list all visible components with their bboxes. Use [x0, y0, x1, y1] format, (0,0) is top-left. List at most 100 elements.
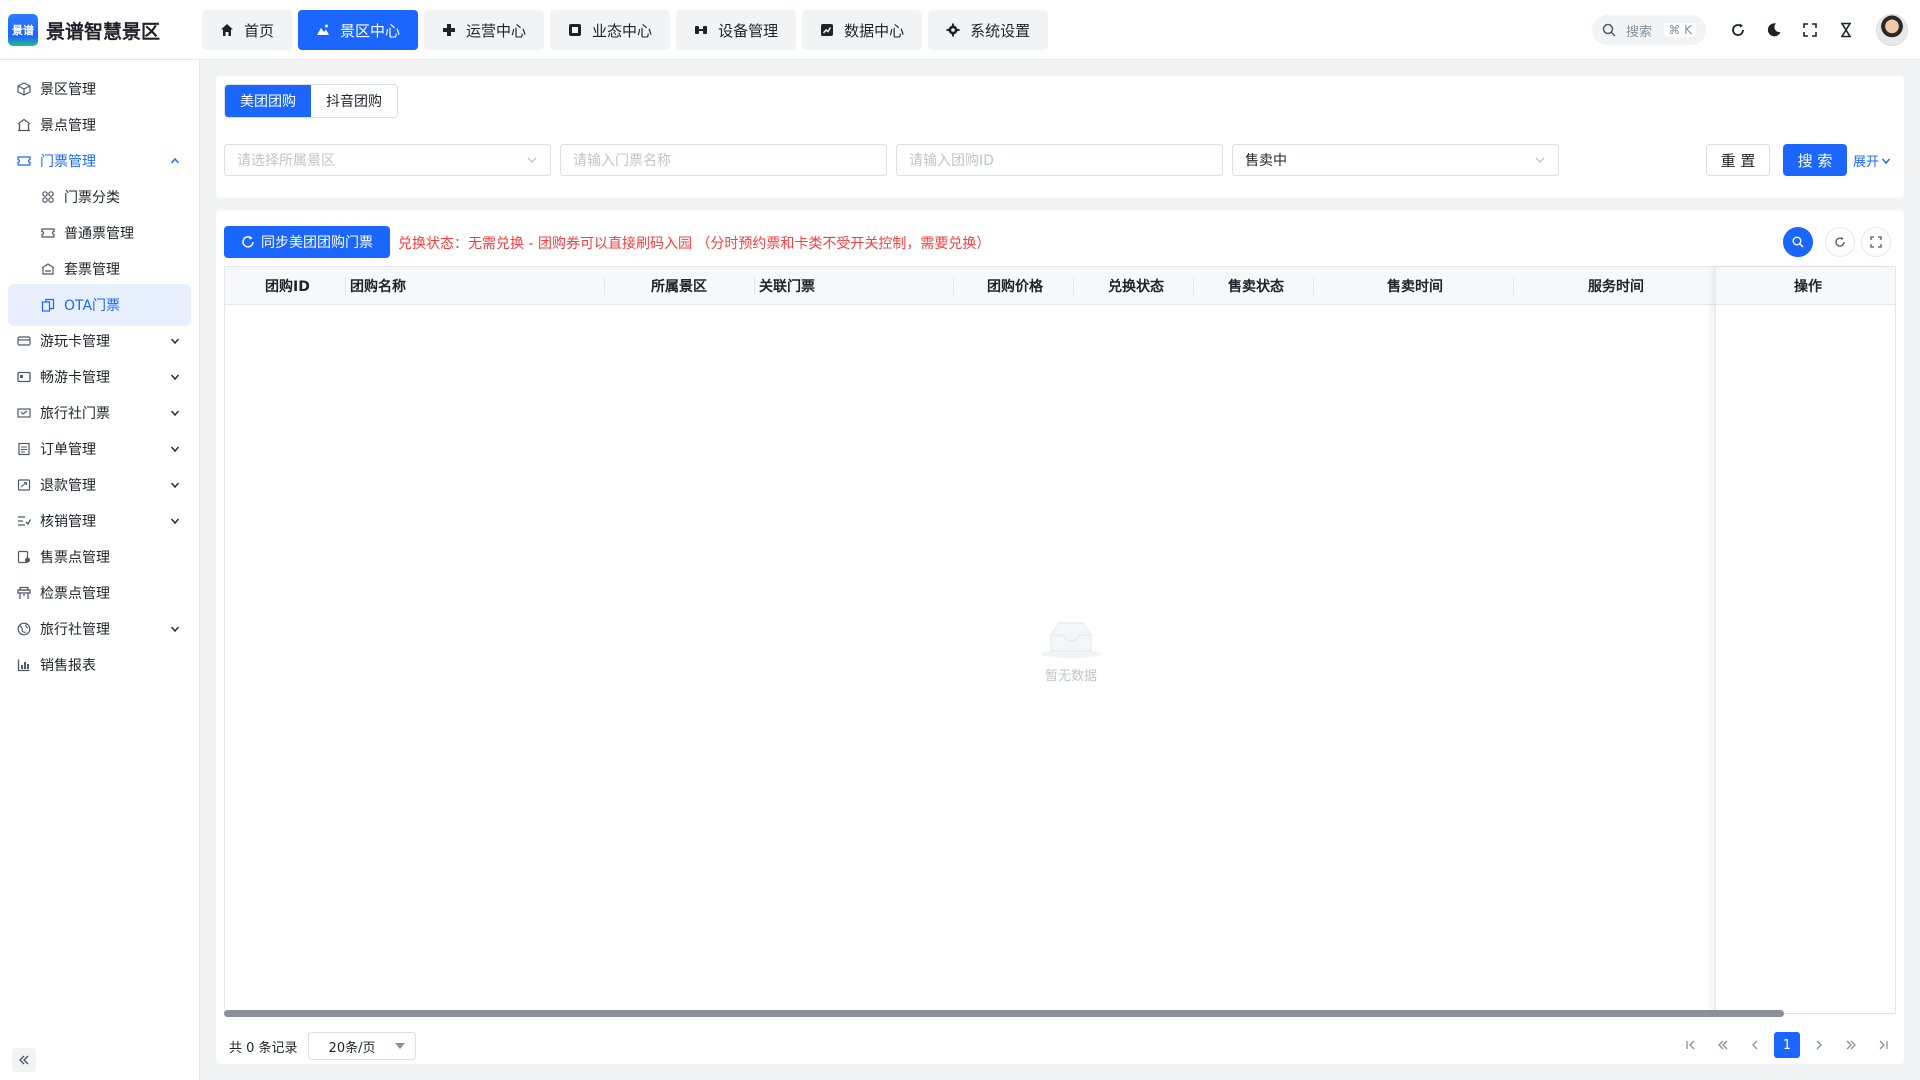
scenic-select[interactable]: 请选择所属景区: [224, 144, 551, 176]
double-chevron-left-icon: [18, 1054, 30, 1066]
brand[interactable]: 景谱 景谱智慧景区: [8, 14, 160, 46]
actions-fixed-column: [1715, 267, 1895, 1013]
sidebar-item-label: 旅行社管理: [40, 622, 110, 638]
sale-status-value: 售卖中: [1245, 153, 1287, 169]
chevron-down-icon: [1534, 154, 1546, 166]
pagination-summary: 共 0 条记录 20条/页: [229, 1032, 416, 1060]
chevron-down-icon: [169, 371, 181, 383]
table-refresh-button[interactable]: [1825, 227, 1855, 257]
ota-icon: [40, 297, 56, 313]
page-size-value: 20条/页: [328, 1040, 376, 1056]
ticket-icon: [16, 153, 32, 169]
sale-status-select[interactable]: 售卖中: [1232, 144, 1559, 176]
globe-icon: [16, 621, 32, 637]
search-button[interactable]: 搜 索: [1783, 144, 1847, 176]
first-page-button[interactable]: [1678, 1032, 1704, 1058]
app-logo: 景谱: [8, 14, 38, 46]
table-fullscreen-button[interactable]: [1861, 227, 1891, 257]
sidebar-item-label: 景区管理: [40, 82, 96, 98]
table-header: 团购ID 团购名称 所属景区 关联门票 团购价格 兑换状态 售卖状态 售卖时间 …: [225, 267, 1895, 305]
horizontal-scrollbar[interactable]: [224, 1010, 1784, 1017]
column-divider: [953, 277, 954, 295]
gear-icon: [946, 23, 960, 37]
nav-system-settings[interactable]: 系统设置: [928, 10, 1049, 50]
sidebar: 景区管理 景点管理 门票管理 门票分类 普通票管理 套票管理 OTA门票 游玩卡…: [0, 60, 200, 1080]
sidebar-collapse-button[interactable]: [12, 1048, 36, 1072]
nav-data-center[interactable]: 数据中心: [802, 10, 923, 50]
bundle-icon: [40, 261, 56, 277]
sidebar-item-sales-report[interactable]: 销售报表: [8, 644, 191, 686]
nav-label: 首页: [244, 21, 275, 40]
device-icon: [694, 23, 708, 37]
table-search-button[interactable]: [1783, 227, 1813, 257]
reset-button[interactable]: 重 置: [1706, 144, 1770, 176]
total-records: 共 0 条记录: [229, 1040, 298, 1056]
column-header-linked-ticket[interactable]: 关联门票: [759, 267, 815, 305]
chevron-down-icon: [169, 335, 181, 347]
report-icon: [16, 657, 32, 673]
pagination: 1: [1672, 1032, 1896, 1058]
nav-label: 运营中心: [466, 21, 527, 40]
group-id-input[interactable]: 请输入团购ID: [896, 144, 1223, 176]
tab-meituan[interactable]: 美团团购: [225, 85, 311, 117]
caret-down-icon: [394, 1043, 405, 1049]
chevron-down-icon: [526, 154, 538, 166]
chevron-down-icon: [1881, 156, 1891, 166]
nav-operations-center[interactable]: 运营中心: [424, 10, 545, 50]
prev-five-pages-button[interactable]: [1710, 1032, 1736, 1058]
column-divider: [1073, 277, 1074, 295]
expand-filters-link[interactable]: 展开: [1853, 151, 1891, 170]
tab-douyin[interactable]: 抖音团购: [311, 85, 397, 117]
hourglass-icon[interactable]: [1836, 20, 1856, 40]
refresh-icon[interactable]: [1728, 20, 1748, 40]
ticket-name-input[interactable]: 请输入门票名称: [560, 144, 887, 176]
column-header-group-price[interactable]: 团购价格: [987, 267, 1043, 305]
ticket-icon: [16, 405, 32, 421]
refresh-icon: [1834, 236, 1846, 248]
column-header-group-name[interactable]: 团购名称: [350, 267, 406, 305]
user-avatar[interactable]: [1876, 14, 1908, 46]
column-header-sale-status[interactable]: 售卖状态: [1228, 267, 1284, 305]
expand-label: 展开: [1853, 155, 1880, 170]
column-header-group-id[interactable]: 团购ID: [265, 267, 310, 305]
column-header-scenic[interactable]: 所属景区: [651, 267, 707, 305]
column-header-redeem-status[interactable]: 兑换状态: [1108, 267, 1164, 305]
sync-icon: [241, 235, 255, 249]
last-page-button[interactable]: [1870, 1032, 1896, 1058]
dark-mode-icon[interactable]: [1764, 20, 1784, 40]
fullscreen-icon[interactable]: [1800, 20, 1820, 40]
sidebar-item-label: 游玩卡管理: [40, 334, 110, 350]
prev-page-button[interactable]: [1742, 1032, 1768, 1058]
column-header-service-time[interactable]: 服务时间: [1588, 267, 1644, 305]
sidebar-item-label: OTA门票: [64, 298, 121, 314]
sync-meituan-button[interactable]: 同步美团团购门票: [224, 226, 390, 258]
next-five-pages-button[interactable]: [1838, 1032, 1864, 1058]
filter-panel: 美团团购 抖音团购 请选择所属景区 请输入门票名称 请输入团购ID 售卖中 重 …: [216, 76, 1904, 198]
nav-scenic-center[interactable]: 景区中心: [298, 10, 419, 50]
column-header-sale-time[interactable]: 售卖时间: [1387, 267, 1443, 305]
nav-business-center[interactable]: 业态中心: [550, 10, 671, 50]
chevron-up-icon: [169, 155, 181, 167]
group-id-placeholder: 请输入团购ID: [909, 153, 994, 169]
chart-icon: [820, 23, 834, 37]
sync-label: 同步美团团购门票: [261, 235, 373, 251]
nav-device-management[interactable]: 设备管理: [676, 10, 797, 50]
column-divider: [1313, 277, 1314, 295]
sidebar-item-label: 畅游卡管理: [40, 370, 110, 386]
page-number[interactable]: 1: [1774, 1032, 1800, 1058]
nav-label: 景区中心: [340, 21, 401, 40]
card-icon: [16, 333, 32, 349]
top-header: 景谱 景谱智慧景区 首页 景区中心 运营中心 业态中心 设备管理 数据中心 系统…: [0, 0, 1920, 60]
building-icon: [16, 117, 32, 133]
next-page-button[interactable]: [1806, 1032, 1832, 1058]
nav-label: 设备管理: [718, 21, 779, 40]
nav-home[interactable]: 首页: [202, 10, 293, 50]
sidebar-item-label: 普通票管理: [64, 226, 134, 242]
empty-text: 暂无数据: [1044, 669, 1097, 684]
sidebar-item-label: 销售报表: [40, 658, 96, 674]
page-size-select[interactable]: 20条/页: [307, 1032, 416, 1060]
global-search[interactable]: 搜索 ⌘ K: [1592, 15, 1706, 45]
verify-icon: [16, 513, 32, 529]
chevron-down-icon: [169, 623, 181, 635]
scenic-select-placeholder: 请选择所属景区: [237, 153, 335, 169]
